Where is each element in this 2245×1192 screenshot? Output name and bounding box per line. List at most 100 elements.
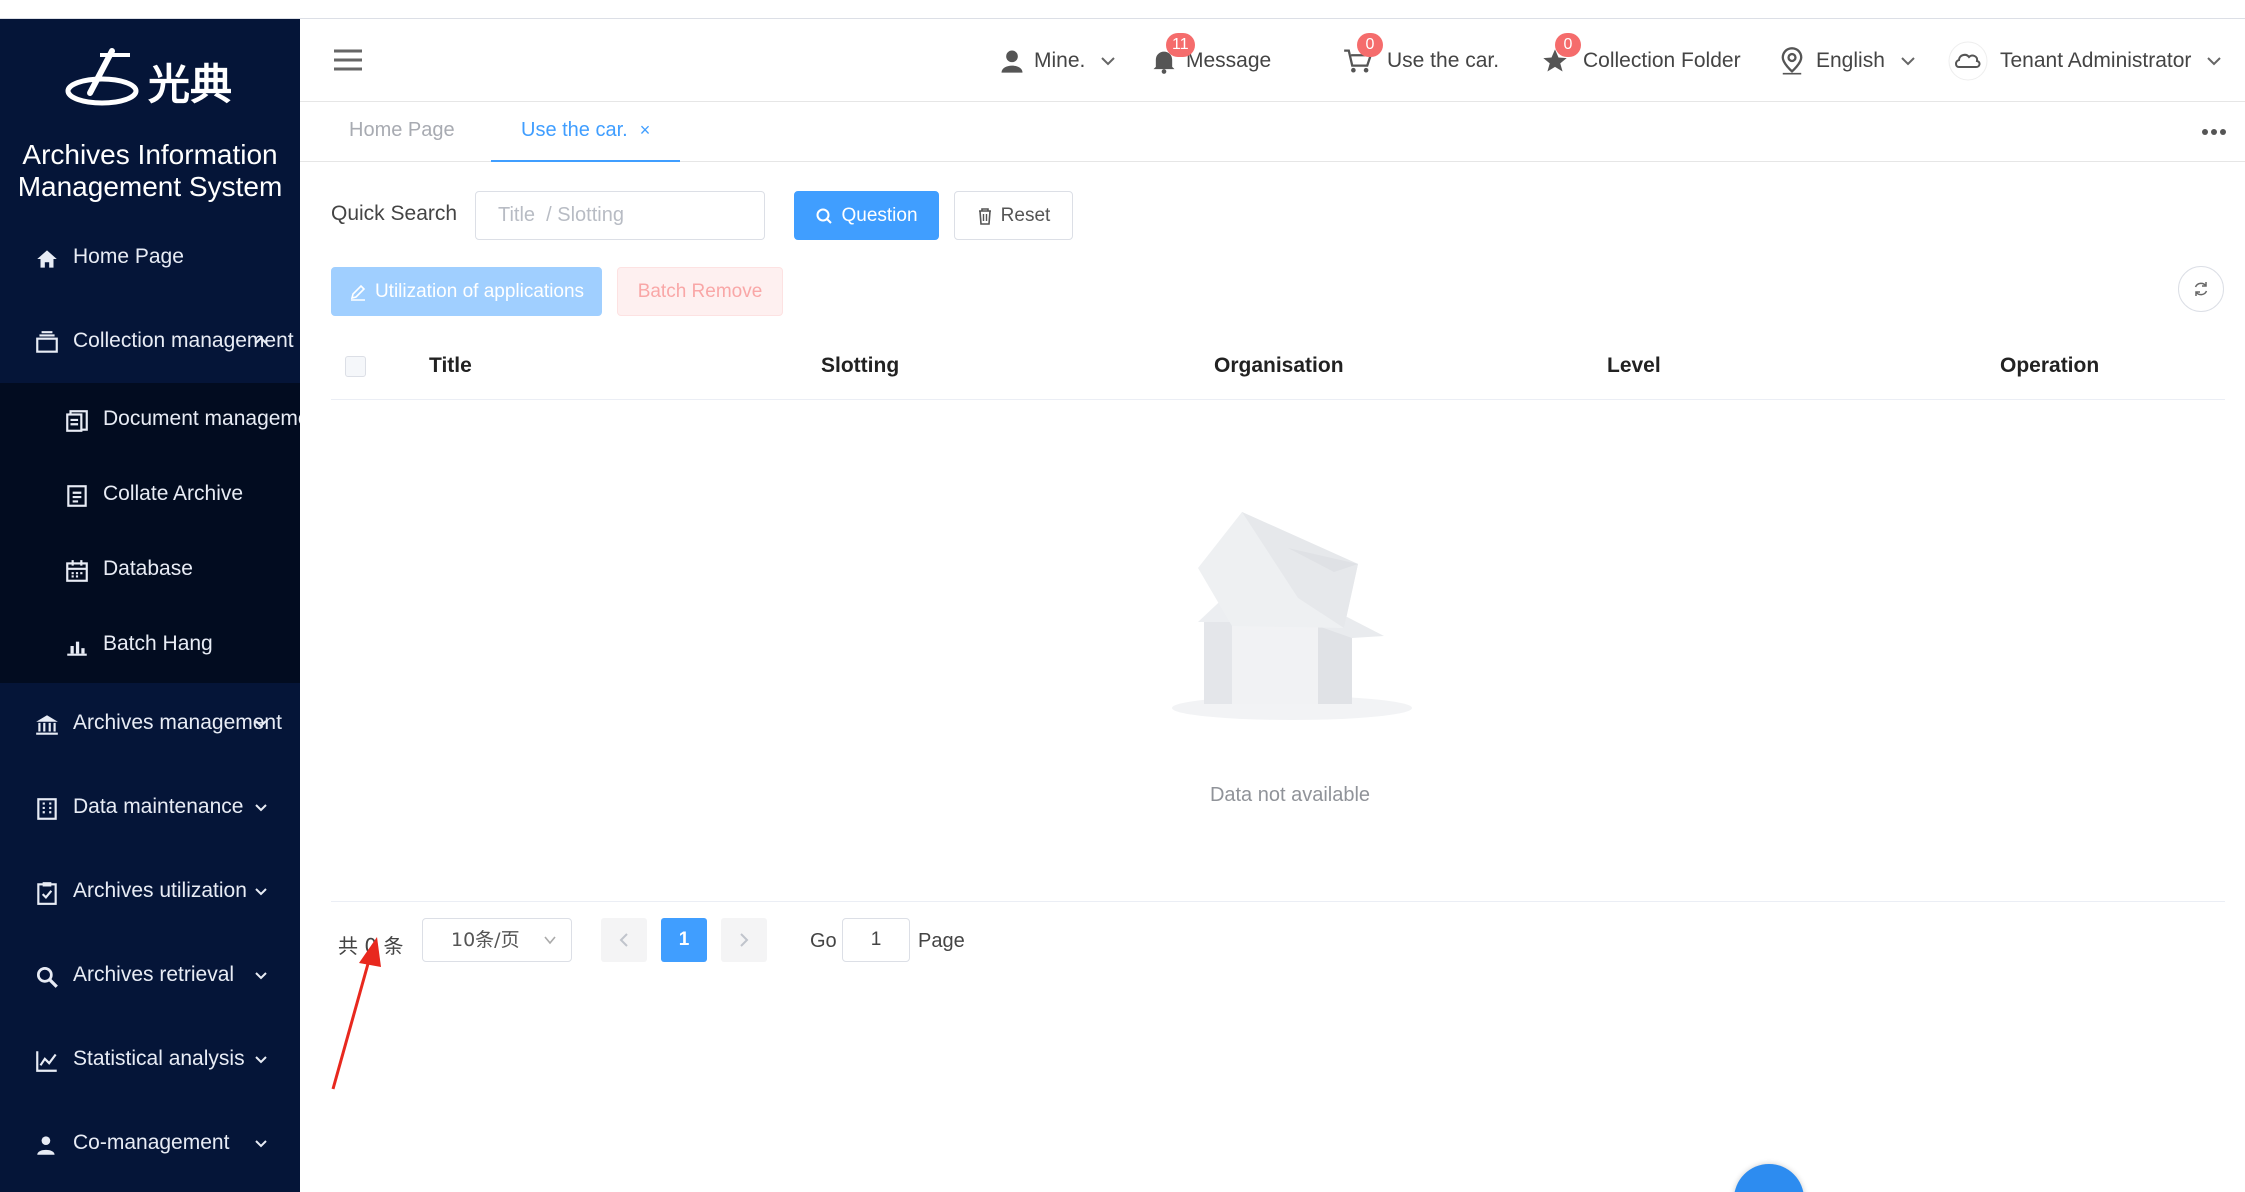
sidebar-subitem-collate-archive[interactable]: Collate Archive <box>0 467 300 523</box>
page-suffix-label: Page <box>918 930 965 952</box>
reset-button[interactable]: Reset <box>954 191 1073 240</box>
clipboard-check-icon <box>37 882 57 905</box>
window-top-bar <box>0 0 2245 19</box>
batch-remove-button[interactable]: Batch Remove <box>617 267 783 316</box>
tab-home-page[interactable]: Home Page <box>349 102 455 162</box>
collection-badge: 0 <box>1555 33 1581 57</box>
tab-bar: Home Page Use the car. × <box>300 102 2245 162</box>
column-level: Level <box>1607 354 1661 377</box>
sidebar-subitem-batch-hang[interactable]: Batch Hang <box>0 617 300 673</box>
sidebar-item-label: Archives retrieval <box>73 963 235 986</box>
column-title: Title <box>429 354 472 377</box>
hamburger-menu-icon[interactable] <box>332 47 364 73</box>
chevron-down-icon <box>2207 56 2222 65</box>
system-title-line2: Management System <box>17 171 283 202</box>
empty-state-text: Data not available <box>1209 784 1371 806</box>
sidebar-subitem-label: Document management <box>103 407 300 430</box>
user-menu[interactable]: Mine. <box>998 19 1117 102</box>
chevron-down-icon <box>255 1056 267 1064</box>
location-icon <box>1781 46 1803 75</box>
system-title-line1: Archives Information <box>22 139 278 170</box>
sidebar-item-data-maintenance[interactable]: Data maintenance <box>0 780 300 836</box>
message-label: Message <box>1186 48 1272 72</box>
calendar-icon <box>66 560 88 582</box>
query-button[interactable]: Question <box>794 191 939 240</box>
user-icon <box>1001 50 1023 73</box>
utilization-application-button[interactable]: Utilization of applications <box>331 267 602 316</box>
sidebar-subitem-label: Database <box>103 557 193 580</box>
goto-page-input[interactable] <box>842 918 910 962</box>
svg-text:光典: 光典 <box>148 60 232 109</box>
quick-search-input[interactable] <box>475 191 765 240</box>
sidebar-item-label: Archives utilization <box>73 879 247 902</box>
close-icon[interactable]: × <box>640 120 651 140</box>
sidebar-item-archives-management[interactable]: Archives management <box>0 696 300 752</box>
prev-page-button[interactable] <box>601 918 647 962</box>
collection-icon <box>36 331 58 353</box>
sidebar-item-home[interactable]: Home Page <box>0 230 300 286</box>
sidebar: 光典 Archives Information Management Syste… <box>0 19 300 1192</box>
sidebar-subitem-document-management[interactable]: Document management <box>0 392 300 448</box>
utilization-application-label: Utilization of applications <box>374 280 585 302</box>
column-organisation: Organisation <box>1214 354 1344 377</box>
cloud-avatar-icon <box>1948 41 1988 80</box>
sidebar-item-label: Data maintenance <box>73 795 244 818</box>
sidebar-subitem-database[interactable]: Database <box>0 542 300 598</box>
use-car-button[interactable]: Use the car. <box>1343 19 1499 102</box>
account-label: Tenant Administrator <box>2000 48 2192 72</box>
chevron-down-icon <box>255 720 267 728</box>
chevron-down-icon <box>255 804 267 812</box>
refresh-button[interactable] <box>2178 266 2224 312</box>
chevron-down-icon <box>544 936 556 945</box>
building-icon <box>37 798 57 820</box>
column-slotting: Slotting <box>821 354 900 377</box>
tab-label: Home Page <box>349 119 455 141</box>
sidebar-item-label: Home Page <box>73 245 184 268</box>
sidebar-item-archives-retrieval[interactable]: Archives retrieval <box>0 948 300 1004</box>
bank-icon <box>36 715 58 735</box>
sidebar-item-collection-management[interactable]: Collection management <box>0 314 300 370</box>
annotation-arrow <box>331 937 381 1090</box>
chevron-down-icon <box>1101 56 1116 65</box>
chevron-up-icon <box>255 336 267 344</box>
chevron-down-icon <box>255 972 267 980</box>
sidebar-item-label: Archives management <box>73 711 282 734</box>
sidebar-item-co-management[interactable]: Co-management <box>0 1116 300 1172</box>
language-label: English <box>1816 48 1885 72</box>
collection-folder-button[interactable]: Collection Folder <box>1541 19 1741 102</box>
message-badge: 11 <box>1166 33 1195 57</box>
page-size-select[interactable]: 10条/页 <box>422 918 572 962</box>
table-header: Title Slotting Organisation Level Operat… <box>331 332 2225 400</box>
account-menu[interactable]: Tenant Administrator <box>1948 19 2223 102</box>
system-title: Archives Information Management System <box>0 139 300 203</box>
edit-icon <box>350 284 366 301</box>
tab-use-the-car[interactable]: Use the car. × <box>491 102 681 162</box>
batch-remove-label: Batch Remove <box>637 280 763 302</box>
documents-icon <box>66 410 88 432</box>
language-select[interactable]: English <box>1778 19 1917 102</box>
page-number-current[interactable]: 1 <box>661 918 707 962</box>
query-button-label: Question <box>841 204 918 226</box>
chevron-right-icon <box>740 933 749 947</box>
quick-search-label: Quick Search <box>331 202 458 225</box>
home-icon <box>37 250 57 268</box>
sidebar-subitem-label: Batch Hang <box>103 632 213 655</box>
chevron-down-icon <box>1901 56 1915 65</box>
user-group-icon <box>37 1136 55 1155</box>
select-all-checkbox[interactable] <box>345 356 366 377</box>
sidebar-subitem-label: Collate Archive <box>103 482 244 505</box>
message-button[interactable]: Message <box>1150 19 1271 102</box>
next-page-button[interactable] <box>721 918 767 962</box>
page-size-value: 10条/页 <box>451 929 520 951</box>
goto-label: Go <box>810 930 837 952</box>
sidebar-item-statistical-analysis[interactable]: Statistical analysis <box>0 1032 300 1088</box>
chevron-down-icon <box>255 1140 267 1148</box>
use-car-label: Use the car. <box>1387 48 1500 72</box>
line-chart-icon <box>36 1051 57 1072</box>
sidebar-item-label: Statistical analysis <box>73 1047 245 1070</box>
more-horizontal-icon[interactable] <box>2200 122 2228 142</box>
search-icon <box>36 966 58 988</box>
trash-icon <box>978 207 991 225</box>
document-icon <box>67 485 87 507</box>
sidebar-item-archives-utilization[interactable]: Archives utilization <box>0 864 300 920</box>
